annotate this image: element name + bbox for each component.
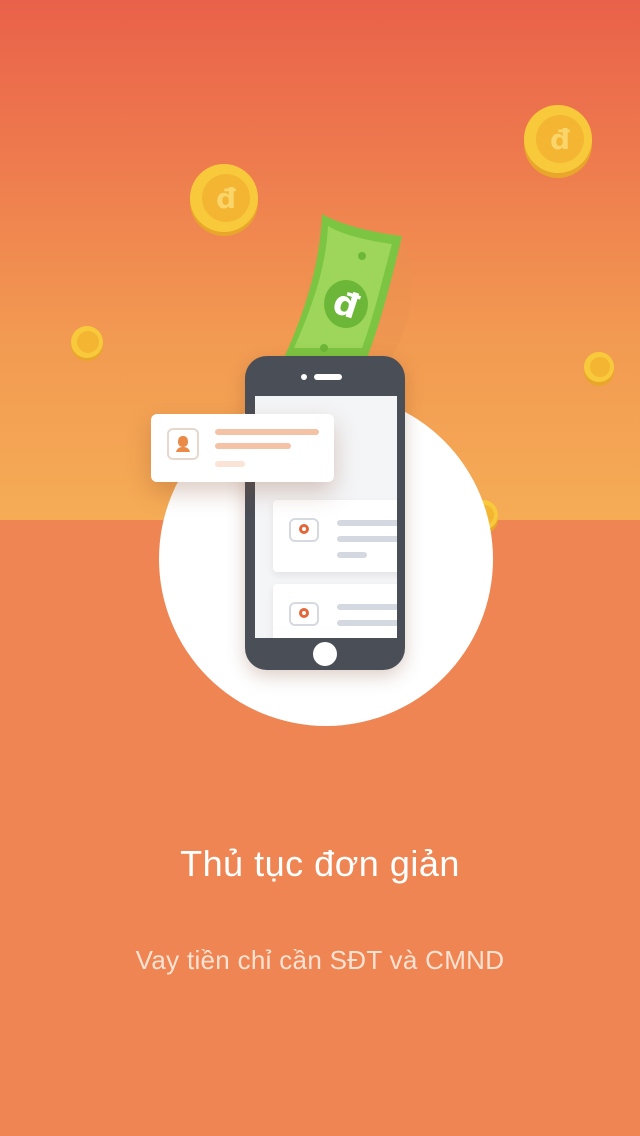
svg-text:đ: đ	[550, 123, 570, 156]
loan-card	[273, 584, 397, 638]
coin-icon	[71, 326, 103, 361]
loan-item-icon	[289, 518, 319, 542]
card-line	[337, 520, 397, 526]
notification-line	[215, 429, 319, 435]
coin-icon: đ	[524, 105, 592, 178]
banknote-icon: đ	[282, 214, 412, 358]
user-avatar-icon	[167, 428, 199, 460]
phone-camera	[301, 374, 307, 380]
card-line	[337, 620, 397, 626]
svg-text:đ: đ	[216, 182, 236, 215]
notification-line	[215, 443, 291, 449]
onboarding-subtitle: Vay tiền chỉ cần SĐT và CMND	[135, 945, 505, 975]
loan-item-icon	[289, 602, 319, 626]
phone-speaker	[314, 374, 342, 380]
notification-line	[215, 461, 245, 467]
loan-card	[273, 500, 397, 572]
phone-home-button	[313, 642, 337, 666]
onboarding-title: Thủ tục đơn giản	[180, 843, 460, 884]
card-line	[337, 536, 397, 542]
coin-icon: đ	[190, 164, 258, 236]
coin-icon	[584, 352, 614, 386]
card-line	[337, 552, 367, 558]
card-line	[337, 604, 397, 610]
